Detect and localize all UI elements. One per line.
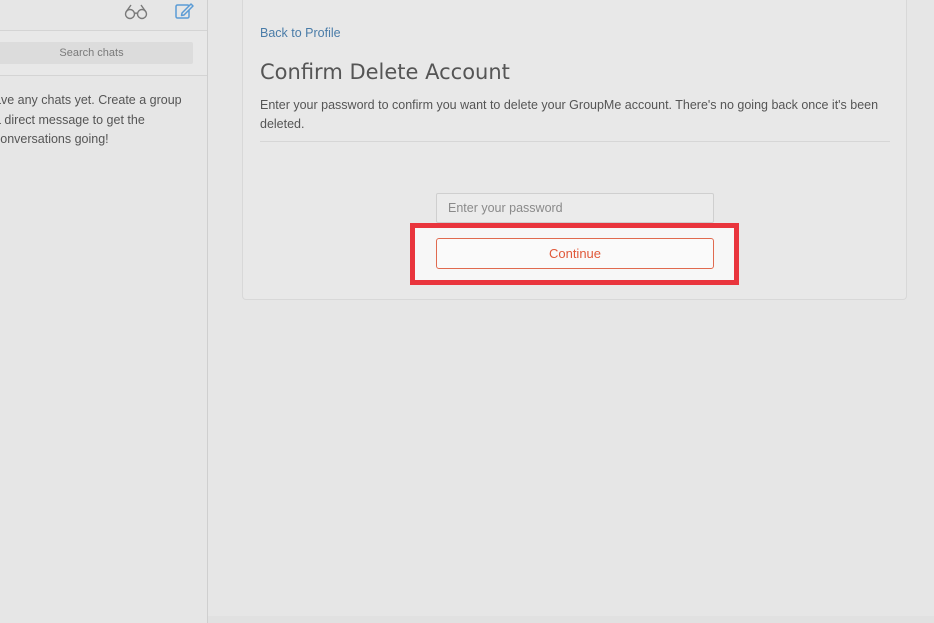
back-to-profile-link[interactable]: Back to Profile bbox=[260, 26, 341, 40]
empty-message-line: conversations going! bbox=[0, 132, 109, 146]
glasses-icon[interactable] bbox=[123, 0, 149, 22]
bottom-bar bbox=[208, 616, 934, 623]
sidebar-header bbox=[0, 0, 207, 31]
empty-message-line: a direct message to get the bbox=[0, 112, 145, 127]
search-chats-input[interactable] bbox=[0, 42, 193, 64]
empty-message-line: ave any chats yet. Create a group bbox=[0, 93, 182, 107]
chat-sidebar: ave any chats yet. Create a group a dire… bbox=[0, 0, 208, 623]
compose-icon[interactable] bbox=[171, 0, 197, 22]
app-window: ave any chats yet. Create a group a dire… bbox=[0, 0, 934, 623]
search-bar bbox=[0, 31, 207, 76]
password-input[interactable] bbox=[436, 193, 714, 223]
continue-button[interactable]: Continue bbox=[436, 238, 714, 269]
page-description: Enter your password to confirm you want … bbox=[260, 98, 879, 131]
empty-chats-message: ave any chats yet. Create a group a dire… bbox=[0, 91, 194, 150]
divider bbox=[260, 141, 890, 142]
page-title: Confirm Delete Account bbox=[260, 60, 510, 84]
